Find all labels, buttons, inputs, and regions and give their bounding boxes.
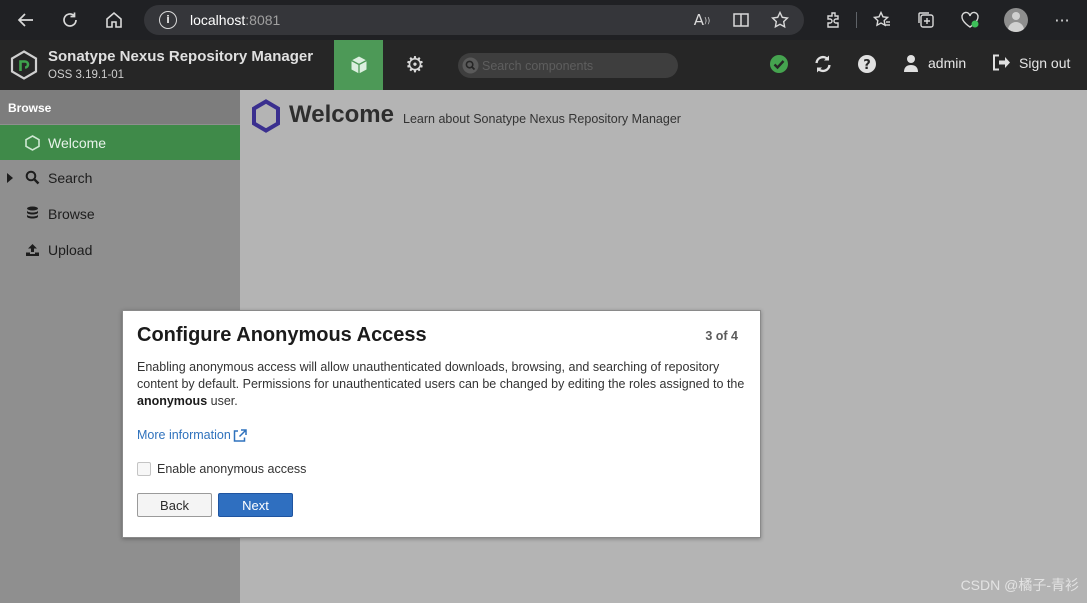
dialog-title: Configure Anonymous Access [137,324,427,346]
browse-mode-button[interactable] [334,40,383,90]
info-icon[interactable]: i [159,11,177,29]
immersive-reader-icon[interactable] [729,8,753,32]
page-subtitle: Learn about Sonatype Nexus Repository Ma… [403,112,681,126]
upload-icon [24,241,41,258]
search-input[interactable] [482,56,667,75]
sidebar-item-welcome[interactable]: Welcome [0,125,240,160]
search-box[interactable] [458,53,678,78]
more-icon[interactable]: ··· [1050,8,1074,32]
nexus-header: Sonatype Nexus Repository Manager OSS 3.… [0,40,1087,90]
status-ok-icon[interactable] [768,53,790,75]
expand-caret-icon[interactable] [7,173,13,183]
sidebar-heading: Browse [0,90,240,124]
app-title: Sonatype Nexus Repository Manager [48,48,314,65]
toolbar-separator [856,12,857,28]
favorites-icon[interactable] [870,8,894,32]
enable-anonymous-access-row[interactable]: Enable anonymous access [137,462,306,476]
sign-out-icon [993,54,1010,71]
sidebar-item-browse[interactable]: Browse [0,196,240,231]
dialog-description: Enabling anonymous access will allow una… [137,360,745,408]
refresh-icon[interactable] [812,53,834,75]
nexus-logo-icon[interactable] [9,50,39,80]
watermark: CSDN @橘子-青衫 [960,577,1079,593]
wizard-step-indicator: 3 of 4 [705,329,738,343]
sign-out-button[interactable]: Sign out [992,54,1070,71]
browser-toolbar: i localhost:8081 A)) ··· [0,0,1087,40]
username: admin [928,55,967,71]
search-icon [462,57,479,74]
sidebar-item-search[interactable]: Search [0,160,240,195]
sidebar-item-label: Upload [48,242,93,258]
search-icon [24,169,41,186]
sign-out-label: Sign out [1019,54,1071,71]
administration-button[interactable]: ⚙ [392,40,438,90]
favorite-star-icon[interactable] [768,8,792,32]
next-button[interactable]: Next [218,493,293,517]
read-aloud-icon[interactable]: A)) [690,8,714,32]
url-text[interactable]: localhost:8081 [190,12,280,28]
sidebar-item-label: Welcome [48,135,107,151]
profile-icon[interactable] [1004,8,1028,32]
gear-icon: ⚙ [405,52,425,78]
welcome-hexagon-icon [252,99,280,133]
refresh-icon[interactable] [58,8,82,32]
page-title: Welcome [289,101,394,128]
address-bar[interactable]: i localhost:8081 A)) [144,5,804,35]
svg-text:?: ? [863,58,871,73]
sidebar-item-upload[interactable]: Upload [0,232,240,267]
extensions-icon[interactable] [822,8,846,32]
user-icon [904,55,918,72]
sidebar-item-label: Search [48,170,93,186]
back-button[interactable]: Back [137,493,212,517]
app-version: OSS 3.19.1-01 [48,69,125,81]
hexagon-icon [24,134,41,151]
checkbox-label[interactable]: Enable anonymous access [157,462,306,476]
setup-wizard-dialog: Configure Anonymous Access 3 of 4 Enabli… [122,310,761,538]
browser-essentials-icon[interactable] [958,8,982,32]
help-icon[interactable]: ? [856,53,878,75]
enable-anonymous-access-checkbox[interactable] [137,462,151,476]
database-icon [24,205,41,222]
back-arrow-icon[interactable] [14,8,38,32]
cube-icon [350,56,367,74]
more-information-link[interactable]: More information [137,428,247,442]
sidebar-item-label: Browse [48,206,95,222]
external-link-icon [233,428,247,442]
home-icon[interactable] [102,8,126,32]
anonymous-emphasis: anonymous [137,394,208,408]
collections-icon[interactable] [914,8,938,32]
user-menu[interactable]: admin [903,54,966,72]
